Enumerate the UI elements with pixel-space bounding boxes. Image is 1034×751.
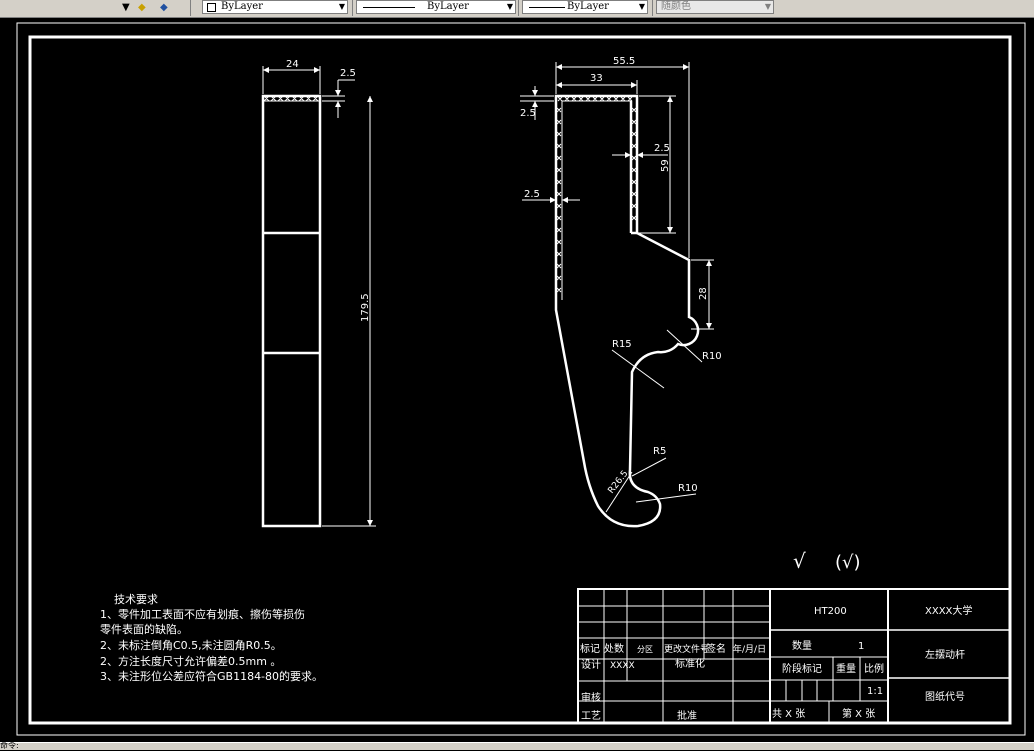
standardize-label: 标准化 (675, 657, 705, 670)
date-label: 年/月/日 (733, 643, 766, 655)
review-label: 审核 (581, 691, 601, 704)
dim-text-left-top: 2.5 (520, 108, 536, 119)
chevron-down-icon[interactable]: ▼ (339, 1, 345, 13)
dim-text-total-width: 55.5 (613, 56, 635, 67)
dim-text-inner-thick: 2.5 (654, 143, 670, 154)
color-control-value: ByLayer (221, 1, 263, 12)
radius-leader-r15 (611, 349, 665, 389)
color-control-select[interactable]: ByLayer ▼ (202, 0, 348, 14)
radius-text-r15: R15 (612, 339, 632, 350)
command-prompt: 命令: (0, 741, 19, 750)
scale-value: 1:1 (867, 686, 883, 697)
chevron-down-icon: ▼ (764, 2, 771, 11)
dim-text-top: 2.5 (340, 68, 356, 79)
dim-text-flat: 28 (698, 287, 709, 300)
dim-text-height: 179.5 (360, 293, 371, 322)
design-label: 设计 (581, 658, 601, 671)
main-view-outline (554, 94, 700, 528)
linetype-control-select[interactable]: ByLayer ▼ (356, 0, 516, 14)
lineweight-sample (529, 7, 565, 8)
designer-value: XXXX (610, 661, 635, 671)
main-view (520, 62, 714, 528)
radius-leader-r10-lower (635, 493, 697, 503)
scale-label: 比例 (864, 662, 884, 675)
surface-roughness-other: (√) (835, 552, 861, 573)
dropdown-arrow-icon[interactable]: ▼ (122, 0, 130, 15)
tech-req-title: 技术要求 (114, 593, 158, 606)
sign-label: 签名 (706, 642, 726, 655)
quantity-label: 数量 (792, 639, 812, 652)
total-sheets: 共 X 张 (772, 708, 805, 720)
change-doc-label: 更改文件号 (664, 643, 709, 655)
plotstyle-control-value: 随颜色 (661, 1, 691, 12)
radius-text-r10-lower: R10 (678, 483, 698, 494)
drawing-canvas[interactable]: 24 2.5 179.5 55.5 33 2.5 2.5 2.5 59 28 R… (0, 17, 1034, 742)
tech-req-line: 2、未标注倒角C0.5,未注圆角R0.5。 (100, 638, 282, 652)
zone-label: 分区 (637, 645, 653, 654)
color-swatch-icon (207, 3, 216, 12)
process-label: 工艺 (581, 710, 601, 722)
approve-label: 批准 (677, 709, 697, 722)
chevron-down-icon[interactable]: ▼ (639, 1, 645, 13)
tech-req-line: 1、零件加工表面不应有划痕、擦伤等损伤 (100, 607, 305, 621)
dim-text-left-mid: 2.5 (524, 189, 540, 200)
school-name: XXXX大学 (925, 604, 972, 617)
drawing-number-label: 图纸代号 (925, 690, 965, 703)
dim-text-inner-width: 33 (590, 73, 603, 84)
tech-req-line: 2、方注长度尺寸允许偏差0.5mm 。 (100, 654, 281, 668)
count-label: 处数 (604, 642, 624, 655)
dim-text-width: 24 (286, 59, 299, 70)
chevron-down-icon[interactable]: ▼ (507, 1, 513, 13)
plotstyle-control-select[interactable]: 随颜色 ▼ (656, 0, 774, 14)
properties-toolbar: ▼ ◆ ◆ ByLayer ▼ ByLayer ▼ ByLayer ▼ 随颜色 … (0, 0, 1034, 18)
surface-roughness-symbol: √ (793, 549, 806, 573)
sheet-number: 第 X 张 (842, 707, 875, 720)
part-name: 左摆动杆 (925, 648, 965, 661)
main-view-hatch (556, 96, 637, 293)
mark-label: 标记 (580, 643, 600, 655)
layer-states-icon[interactable]: ◆ (160, 0, 168, 15)
weight-label: 重量 (836, 662, 856, 675)
material-value: HT200 (814, 606, 847, 617)
radius-text-r5: R5 (653, 446, 666, 457)
linetype-sample (363, 7, 415, 8)
quantity-value: 1 (858, 641, 864, 652)
radius-text-r10-upper: R10 (702, 351, 722, 362)
linetype-control-value: ByLayer (427, 1, 469, 12)
layer-previous-icon[interactable]: ◆ (138, 0, 146, 15)
stage-mark-label: 阶段标记 (782, 662, 822, 675)
radius-text-r26: R26.5 (606, 469, 630, 496)
lineweight-control-value: ByLayer (567, 1, 609, 12)
dim-text-slot-depth: 59 (660, 159, 671, 172)
tech-req-line: 3、未注形位公差应符合GB1184-80的要求。 (100, 669, 323, 683)
technical-requirements: 技术要求 1、零件加工表面不应有划痕、擦伤等损伤 零件表面的缺陷。 2、未标注倒… (100, 593, 323, 683)
lineweight-control-select[interactable]: ByLayer ▼ (522, 0, 648, 14)
radius-leader-r5 (631, 457, 667, 477)
left-view-outline (261, 94, 322, 528)
tech-req-line: 零件表面的缺陷。 (100, 622, 188, 636)
